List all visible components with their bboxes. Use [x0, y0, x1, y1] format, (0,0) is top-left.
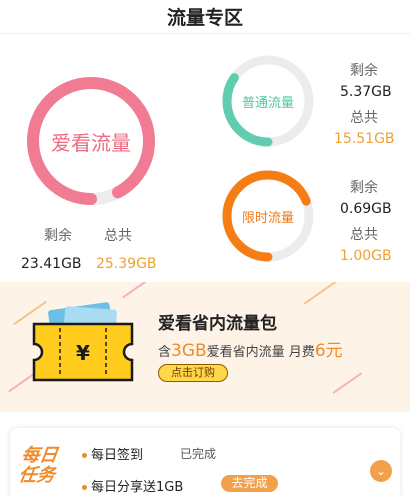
banner-title: 爱看省内流量包	[158, 314, 277, 334]
main-remaining-value: 23.41GB	[21, 256, 82, 272]
promo-banner[interactable]: ¥ 爱看省内流量包 含3GB爱看省内流量 月费6元	[0, 282, 410, 412]
bullet-dot	[82, 453, 87, 458]
daily-tasks-card: 每日 任务 每日签到 已完成 每日分享送1GB 去完成 ⌄	[10, 428, 400, 496]
limited-total-label: 总共	[350, 227, 378, 243]
banner-description: 含3GB爱看省内流量 月费6元	[158, 336, 343, 361]
task-item-checkin: 每日签到	[82, 444, 143, 463]
order-now-button[interactable]: 点击订购	[158, 364, 228, 382]
main-plan-ring[interactable]: 爱看流量	[24, 74, 158, 208]
limited-plan-ring[interactable]: 限时流量	[221, 169, 315, 263]
regular-remaining-value: 5.37GB	[340, 84, 392, 100]
task-label: 每日分享送1GB	[91, 480, 184, 495]
limited-remaining-label: 剩余	[350, 180, 378, 196]
main-total-value: 25.39GB	[96, 256, 157, 272]
banner-desc-middle: 爱看省内流量 月费	[206, 345, 315, 360]
task-item-share: 每日分享送1GB	[82, 476, 183, 495]
ticket-icon: ¥	[32, 302, 134, 382]
task-status-completed: 已完成	[180, 447, 217, 461]
chevron-down-icon[interactable]: ⌄	[370, 460, 392, 482]
decor-streak	[332, 372, 363, 394]
daily-tasks-logo-line-1: 每日	[20, 445, 59, 466]
task-label: 每日签到	[91, 448, 144, 463]
main-total-label: 总共	[104, 228, 132, 244]
limited-remaining-value: 0.69GB	[340, 201, 392, 217]
regular-remaining-label: 剩余	[350, 63, 378, 79]
bullet-dot	[82, 485, 87, 490]
page-title: 流量专区	[166, 7, 243, 29]
main-plan-name: 爱看流量	[51, 130, 131, 155]
banner-desc-prefix: 含	[158, 345, 172, 360]
daily-tasks-logo: 每日 任务	[17, 445, 59, 486]
main-remaining-label: 剩余	[44, 228, 72, 244]
limited-plan-name: 限时流量	[241, 210, 294, 226]
regular-plan-name: 普通流量	[241, 95, 294, 111]
regular-total-label: 总共	[350, 110, 378, 126]
go-complete-button[interactable]: 去完成	[221, 475, 278, 492]
regular-plan-ring[interactable]: 普通流量	[221, 54, 315, 148]
banner-desc-price: 6元	[314, 341, 343, 361]
header-bar: 流量专区	[0, 0, 410, 34]
decor-streak	[303, 282, 342, 305]
regular-total-value: 15.51GB	[334, 131, 395, 147]
banner-desc-data-amount: 3GB	[171, 341, 207, 361]
limited-total-value: 1.00GB	[340, 248, 392, 264]
ticket-symbol: ¥	[76, 341, 90, 365]
daily-tasks-logo-line-2: 任务	[17, 465, 57, 486]
